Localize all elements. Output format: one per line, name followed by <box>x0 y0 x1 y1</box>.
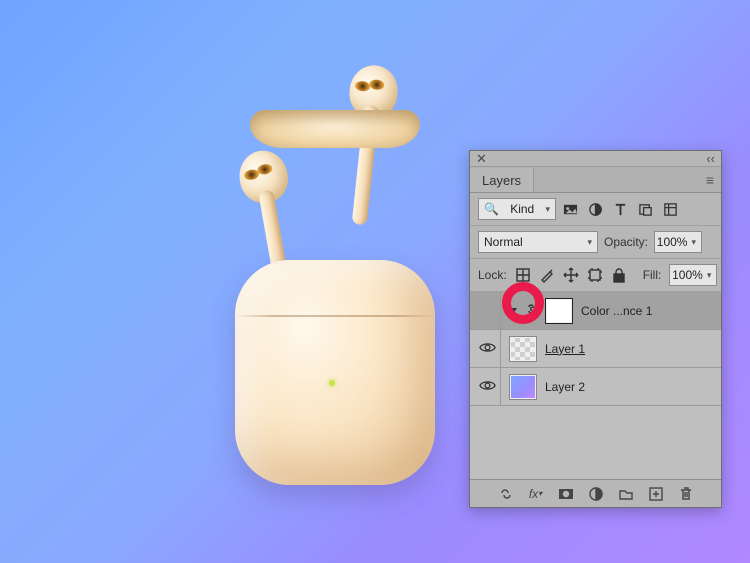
new-group-icon[interactable] <box>618 486 634 502</box>
case-lid <box>250 110 420 148</box>
blend-mode-select[interactable]: Normal ▾ <box>478 231 598 253</box>
lock-all-icon[interactable] <box>611 267 627 283</box>
lock-transparency-icon[interactable] <box>515 267 531 283</box>
lock-paint-icon[interactable] <box>539 267 555 283</box>
new-adjustment-icon[interactable] <box>588 486 604 502</box>
panel-close-icon[interactable]: ✕ <box>476 151 487 167</box>
visibility-toggle-icon[interactable] <box>479 339 496 359</box>
layers-panel: ✕ ‹‹ Layers ≡ 🔍 Kind ▾ Normal ▾ Opacity:… <box>469 150 722 508</box>
new-layer-icon[interactable] <box>648 486 664 502</box>
opacity-value: 100% <box>657 235 688 249</box>
chevron-down-icon: ▾ <box>545 204 550 215</box>
tab-layers[interactable]: Layers <box>470 168 534 192</box>
panel-footer: fx▾ <box>470 479 721 507</box>
filter-pixel-icon[interactable] <box>562 201 578 217</box>
visibility-toggle-icon[interactable] <box>479 377 496 397</box>
lock-artboard-icon[interactable] <box>587 267 603 283</box>
chevron-down-icon: ▾ <box>707 270 712 281</box>
link-layers-icon[interactable] <box>498 486 514 502</box>
layer-thumbnail[interactable] <box>509 374 537 400</box>
opacity-label: Opacity: <box>604 235 648 249</box>
chevron-down-icon: ▾ <box>587 237 592 248</box>
blend-mode-value: Normal <box>484 235 523 249</box>
panel-tabs: Layers ≡ <box>470 167 721 193</box>
panel-topbar: ✕ ‹‹ <box>470 151 721 167</box>
delete-layer-icon[interactable] <box>678 486 694 502</box>
search-icon: 🔍 <box>484 202 499 216</box>
filter-adjust-icon[interactable] <box>587 201 603 217</box>
layer-thumbnail[interactable] <box>545 298 573 324</box>
layer-row[interactable]: Layer 2 <box>470 368 721 406</box>
layer-thumbnail[interactable] <box>509 336 537 362</box>
lock-move-icon[interactable] <box>563 267 579 283</box>
fill-input[interactable]: 100% ▾ <box>669 264 717 286</box>
layer-row[interactable]: Layer 1 <box>470 330 721 368</box>
add-mask-icon[interactable] <box>558 486 574 502</box>
filter-kind-label: Kind <box>510 202 534 216</box>
fill-label: Fill: <box>643 268 662 282</box>
visibility-toggle-icon[interactable] <box>479 301 496 321</box>
layer-name[interactable]: Layer 2 <box>545 380 585 394</box>
layer-row[interactable]: Color ...nce 1 <box>470 292 721 330</box>
earbud-case <box>235 260 435 485</box>
fill-value: 100% <box>672 268 703 282</box>
layer-list: Color ...nce 1 Layer 1 <box>470 292 721 479</box>
blend-row: Normal ▾ Opacity: 100% ▾ <box>470 226 721 259</box>
layer-name[interactable]: Color ...nce 1 <box>581 304 652 318</box>
filter-kind-select[interactable]: 🔍 Kind ▾ <box>478 198 556 220</box>
expand-icon[interactable] <box>509 308 517 314</box>
layer-filter-row: 🔍 Kind ▾ <box>470 193 721 226</box>
panel-menu-icon[interactable]: ≡ <box>699 172 721 188</box>
link-icon <box>525 303 537 318</box>
canvas-artwork <box>195 95 475 495</box>
chevron-down-icon: ▾ <box>691 237 696 248</box>
filter-type-icon[interactable] <box>612 201 628 217</box>
layer-name[interactable]: Layer 1 <box>545 342 585 356</box>
layer-effects-icon[interactable]: fx▾ <box>528 486 544 502</box>
lock-label: Lock: <box>478 268 507 282</box>
lock-row: Lock: Fill: 100% ▾ <box>470 259 721 292</box>
panel-collapse-icon[interactable]: ‹‹ <box>706 151 715 166</box>
filter-smart-icon[interactable] <box>662 201 678 217</box>
filter-shape-icon[interactable] <box>637 201 653 217</box>
opacity-input[interactable]: 100% ▾ <box>654 231 702 253</box>
